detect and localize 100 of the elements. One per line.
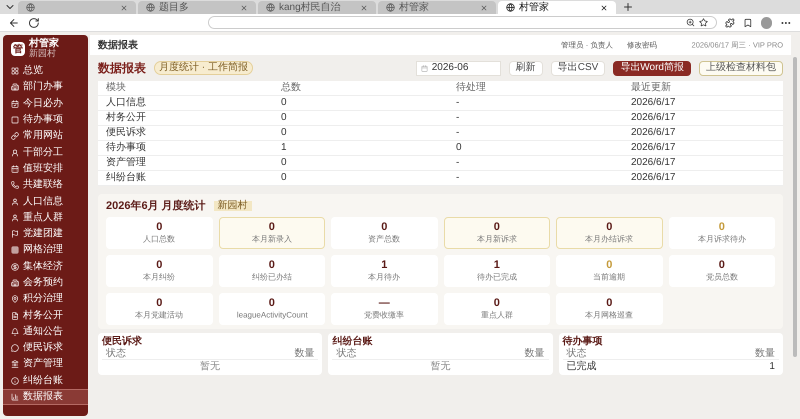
stat-label: 纠纷已办结 [252,274,292,282]
sidebar-item[interactable]: 待办事项 [3,112,88,128]
browser-tab[interactable]: 题目多 [138,1,256,14]
new-tab-icon[interactable] [622,1,634,13]
sidebar-item[interactable]: 积分治理 [3,291,88,308]
stat-label: 本月诉求待办 [698,236,746,244]
scrollbar[interactable] [793,57,797,357]
nav-icon [11,83,19,92]
month-field[interactable]: 2026-06 [416,60,501,76]
table-cell-text: - [456,113,460,123]
nav-icon [11,246,19,254]
stat-value: 0 [718,260,725,270]
sidebar-item[interactable]: 总览 [3,63,88,80]
app-name: 村管家 [29,39,59,49]
nav-icon [11,181,19,190]
browser-tab[interactable]: 村管家 [498,1,616,14]
toolbar-button[interactable]: 导出Word简报 [613,60,691,76]
nav-icon [11,198,19,206]
stat-label: 党员总数 [706,274,738,282]
sidebar-item[interactable]: 便民诉求 [3,340,88,356]
star-icon[interactable] [698,18,708,27]
back-icon[interactable] [8,16,20,28]
stat-value: 0 [156,298,162,308]
column-header: 状态 [566,348,587,358]
reload-icon[interactable] [28,16,40,28]
stat-value: 0 [494,298,500,308]
table-cell: 1 [769,362,775,372]
table-cell-text: 2026/6/17 [631,128,676,138]
globe-icon [26,3,35,12]
table-cell-text: - [456,173,460,183]
app-logo: 管 [11,42,25,56]
panel-title: 纠纷台账 [332,335,374,348]
stat-label: 本月新录入 [252,236,292,244]
table-cell-text: 人口信息 [106,98,147,108]
sidebar-item[interactable]: 干部分工 [3,144,88,161]
stat-value: 0 [606,298,612,308]
nav-icon [11,360,19,368]
monthly-title: 2026年6月 月度统计 [106,198,206,214]
table-cell-text: 2026/6/17 [631,158,676,168]
sidebar-item[interactable]: 今日必办 [3,96,88,112]
toolbar-button[interactable]: 刷新 [508,60,543,76]
stat-label: 本月党建活动 [135,312,184,320]
browser-tab[interactable]: kang村民自治 [258,1,376,14]
table-cell-text: 2026/6/17 [631,143,676,153]
column-header: 数量 [294,348,314,358]
stat-value: 1 [494,260,500,270]
stat-label: 本月新诉求 [476,236,517,244]
sidebar-item[interactable]: 常用网站 [3,128,88,144]
nav-icon [11,393,19,402]
column-header: 状态 [336,348,356,358]
toolbar-button[interactable]: 上级检查材料包 [699,60,783,76]
nav-icon [11,312,19,320]
panel-title: 待办事项 [562,335,604,348]
bookmark-icon[interactable] [742,18,753,28]
nav-icon [11,344,19,352]
sidebar-item[interactable]: 村务公开 [3,307,88,324]
nav-icon [11,164,19,173]
close-icon[interactable] [600,4,608,12]
stat-value: — [378,298,390,308]
tab-title: 村管家 [519,2,549,12]
sidebar-item[interactable]: 值班安排 [3,160,88,178]
sidebar-item[interactable]: 集体经济 [3,258,88,275]
sidebar-item[interactable]: 网格治理 [3,242,88,259]
globe-icon [266,3,275,12]
nav-icon [11,295,19,304]
table-cell-text: 0 [281,173,288,183]
empty-message: 暂无 [199,360,222,373]
section-title: 数据报表 [98,60,146,77]
page-title: 数据报表 [98,38,138,52]
table-cell-text: 0 [281,113,288,123]
stat-value: 0 [268,260,275,270]
table-cell-text: 0 [456,143,463,153]
profile-avatar[interactable] [760,16,772,28]
table-cell-text: 村务公开 [106,113,147,123]
sidebar-item[interactable]: 重点人群 [3,210,88,226]
sidebar-item[interactable]: 资产管理 [3,356,88,373]
stat-label: 待办已完成 [476,274,517,282]
sidebar-item[interactable]: 党建团建 [3,226,88,242]
sidebar-item[interactable]: 数据报表 [3,388,88,406]
sidebar-item[interactable]: 人口信息 [3,193,88,210]
sidebar-item[interactable]: 纠纷台账 [3,372,88,389]
column-header: 待处理 [456,83,487,93]
table-cell-text: 0 [281,158,288,168]
sidebar-item[interactable]: 共建联络 [3,177,88,194]
stat-value: 0 [606,260,612,270]
table-cell-text: 0 [281,128,288,138]
stat-value: 0 [494,222,500,232]
browser-tab[interactable]: 村管家 [378,1,496,14]
stat-label: leagueActivityCount [236,312,308,320]
toolbar-button[interactable]: 导出CSV [550,60,606,76]
sidebar-item[interactable]: 通知公告 [3,324,88,340]
stat-label: 本月办结诉求 [585,236,634,244]
extensions-icon[interactable] [724,18,735,28]
zoom-icon[interactable] [686,18,695,27]
sidebar-item[interactable]: 会务预约 [3,274,88,292]
nav-icon [11,376,19,385]
table-cell-text: 2026/6/17 [631,113,676,123]
table-cell-text: 1 [281,143,288,153]
sidebar-item[interactable]: 部门办事 [3,79,88,96]
nav-icon [11,230,19,238]
